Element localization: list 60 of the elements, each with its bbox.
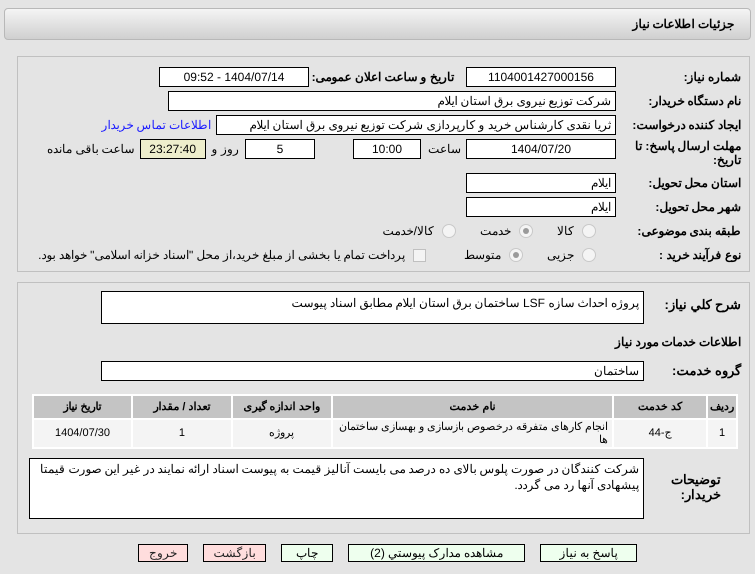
radio-label: متوسط <box>464 247 501 264</box>
time-label: ساعت <box>427 141 461 158</box>
text-field[interactable]: 1404/07/14 - 09:52 <box>159 67 309 87</box>
field-label: استان محل تحویل: <box>647 175 741 192</box>
remaining-label: ساعت باقی مانده <box>46 141 135 158</box>
field-label: ایجاد کننده درخواست: <box>631 117 741 134</box>
radio-label: کالا <box>557 223 574 240</box>
field-label: تاریخ و ساعت اعلان عمومی: <box>310 69 454 86</box>
field-label: شرح کلي نياز: <box>663 296 741 314</box>
text-field[interactable]: ثریا نقدی کارشناس خرید و کارپردازی شرکت توزیع نیروی برق استان ایلام <box>216 115 616 135</box>
text-field[interactable]: 1404/07/20 <box>466 139 616 159</box>
radio-button[interactable] <box>582 248 596 262</box>
table-cell: ج-44 <box>614 420 706 447</box>
days-label: روز و <box>212 141 239 158</box>
table-cell: 1 <box>708 420 736 447</box>
field-label: طبقه بندی موضوعی: <box>636 223 741 240</box>
field-label: گروه خدمت: <box>671 362 741 380</box>
column-header: نام خدمت <box>332 396 612 418</box>
text-field[interactable]: ایلام <box>466 197 616 217</box>
text-field[interactable]: 1104001427000156 <box>466 67 616 87</box>
column-header: واحد اندازه گيری <box>232 396 331 418</box>
radio-label: خدمت <box>480 223 511 240</box>
section-heading: اطلاعات خدمات مورد نياز <box>613 334 741 351</box>
radio-button[interactable] <box>519 224 533 238</box>
field-label: توضیحات خریدار: <box>670 471 722 502</box>
field-label: شهر محل تحویل: <box>654 199 741 216</box>
page-title: جزئیات اطلاعات نیاز <box>632 16 734 33</box>
table-cell: 1404/07/30 <box>34 420 131 447</box>
field-label: مهلت ارسال پاسخ: تا تاریخ: <box>634 139 741 167</box>
text-field[interactable]: 10:00 <box>353 139 421 159</box>
text-field[interactable]: 5 <box>245 139 315 159</box>
action-button[interactable]: چاپ <box>281 544 333 562</box>
table-cell: 1 <box>132 420 231 447</box>
summary-textarea[interactable]: پروژه احداث سازه LSF ساختمان برق استان ایلام مطابق اسناد پیوست <box>101 291 644 324</box>
radio-button[interactable] <box>582 224 596 238</box>
action-button[interactable]: بازگشت <box>203 544 266 562</box>
field-label: نوع فرآیند خرید : <box>658 246 741 264</box>
buyer-contact-link[interactable]: اطلاعات تماس خریدار <box>101 116 211 134</box>
field-label: شماره نیاز: <box>682 69 741 86</box>
text-field[interactable]: ساختمان <box>101 361 644 381</box>
action-button[interactable]: خروج <box>138 544 188 562</box>
column-header: کد خدمت <box>614 396 706 418</box>
radio-button[interactable] <box>442 224 456 238</box>
checkbox[interactable] <box>413 248 426 262</box>
column-header: تاريخ نياز <box>34 396 131 418</box>
payment-note: پرداخت تمام یا بخشی از مبلغ خرید،از محل "اسناد خزانه اسلامی" خواهد بود. <box>38 247 405 264</box>
text-field[interactable]: شرکت توزیع نیروی برق استان ایلام <box>168 91 616 111</box>
text-field[interactable]: ایلام <box>466 173 616 193</box>
notes-textarea[interactable]: شرکت کنندگان در صورت پلوس بالای ده درصد می بایست آنالیز قیمت به پیوست اسناد ارائه نمایند در غیر این صورت قیمتا پیشهادی آنها رد می گردد. <box>29 458 644 519</box>
column-header: تعداد / مقدار <box>132 396 231 418</box>
table-cell: پروژه <box>232 420 331 447</box>
radio-label: جزیی <box>547 247 574 264</box>
column-header: رديف <box>708 396 736 418</box>
radio-button[interactable] <box>509 248 523 262</box>
table-cell: انجام کارهای متفرقه درخصوص بازسازی و بهسازی ساختمان ها <box>332 420 612 447</box>
radio-label: کالا/خدمت <box>382 223 434 240</box>
action-button[interactable]: پاسخ به نیاز <box>540 544 637 562</box>
action-button[interactable]: مشاهده مدارک پیوستي (2) <box>348 544 525 562</box>
text-field[interactable]: 23:27:40 <box>140 139 206 159</box>
field-label: نام دستگاه خریدار: <box>647 93 741 110</box>
